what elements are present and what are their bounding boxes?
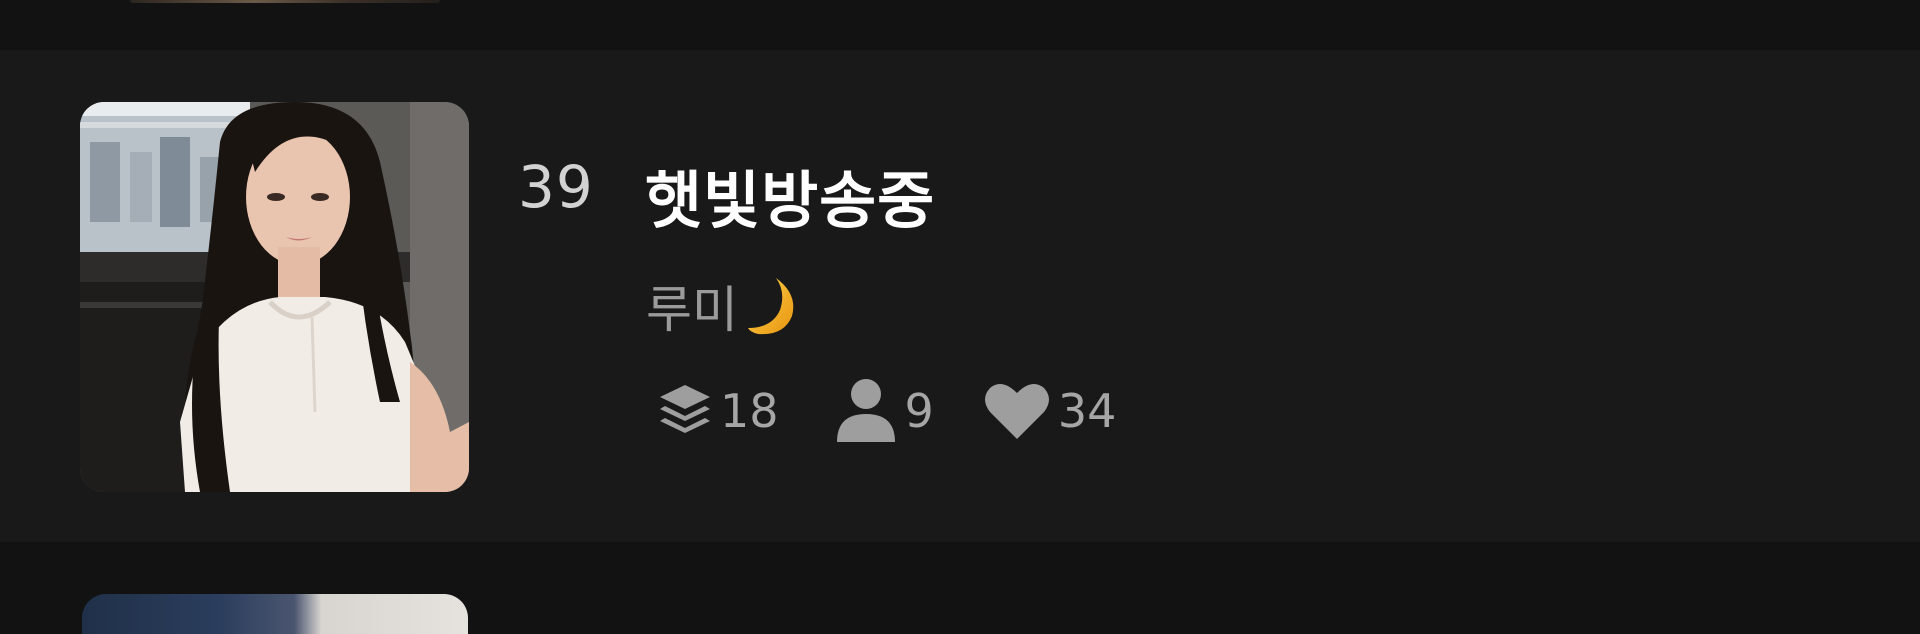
portrait-image [80, 102, 469, 492]
followers-stat: 9 [835, 378, 934, 444]
list-item[interactable]: 39 햇빛방송중 루미 18 9 34 [0, 50, 1920, 542]
episodes-stat: 18 [658, 383, 779, 439]
item-title[interactable]: 햇빛방송중 [645, 150, 935, 240]
person-icon [836, 379, 895, 442]
likes-count: 34 [1057, 384, 1117, 438]
next-item-thumbnail[interactable] [82, 594, 468, 634]
previous-item-thumbnail[interactable] [130, 0, 440, 3]
previous-item-edge [0, 0, 1920, 50]
likes-stat: 34 [984, 381, 1117, 441]
episodes-count: 18 [720, 384, 779, 438]
heart-icon [984, 384, 1049, 439]
rank-number: 39 [518, 153, 594, 221]
creator[interactable]: 루미 [646, 270, 798, 342]
item-stats: 18 9 34 [658, 378, 1164, 444]
layers-icon [660, 385, 710, 433]
crescent-moon-icon [748, 278, 794, 335]
creator-name: 루미 [646, 281, 738, 339]
followers-count: 9 [904, 384, 934, 438]
item-thumbnail[interactable] [80, 102, 469, 492]
